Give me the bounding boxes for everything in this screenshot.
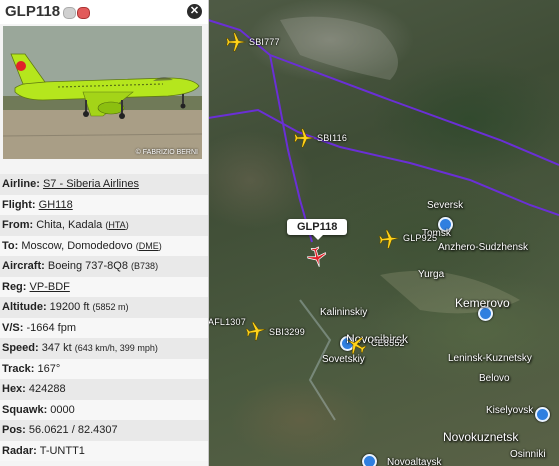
row-to: To: Moscow, Domodedovo (DME) (0, 235, 208, 256)
altitude-label: Altitude: (2, 301, 47, 313)
airline-label: Airline: (2, 178, 40, 190)
city-label-belovo: Belovo (479, 373, 510, 384)
close-button[interactable]: ✕ (187, 4, 202, 19)
aircraft-label-sbi116[interactable]: SBI116 (317, 133, 347, 143)
aircraft-label-sbi777[interactable]: SBI777 (249, 37, 280, 47)
pos-value: 56.0621 / 82.4307 (28, 424, 118, 436)
aircraft-icon-glp925[interactable] (377, 227, 401, 251)
selected-aircraft-callout[interactable]: GLP118 (287, 219, 348, 240)
city-label-kiselyovsk: Kiselyovsk (486, 405, 534, 416)
reg-link[interactable]: VP-BDF (30, 281, 70, 293)
flight-callsign: GLP118 (5, 3, 61, 20)
city-label-leninsk: Leninsk-Kuznetsky (448, 353, 532, 364)
row-radar: Radar: T-UNTT1 (0, 440, 208, 461)
hex-label: Hex: (2, 383, 26, 395)
from-label: From: (2, 219, 34, 231)
row-pos: Pos: 56.0621 / 82.4307 (0, 420, 208, 441)
row-flight: Flight: GH118 (0, 194, 208, 215)
airline-link[interactable]: S7 - Siberia Airlines (43, 178, 139, 190)
aircraft-code: (B738) (131, 261, 159, 271)
city-label-yurga: Yurga (418, 269, 445, 280)
hex-value: 424288 (28, 383, 66, 395)
radar-label: Radar: (2, 444, 37, 457)
flight-number-link[interactable]: GH118 (39, 199, 73, 211)
aircraft-icon-sbi777[interactable] (225, 31, 247, 53)
from-code-link[interactable]: HTA (108, 220, 125, 230)
city-label-anzhero: Anzhero-Sudzhensk (438, 242, 529, 253)
city-label-novoaltaysk: Novoaltaysk (387, 457, 442, 466)
row-squawk: Squawk: 0000 (0, 399, 208, 420)
to-code-link[interactable]: DME (139, 241, 159, 251)
share-icon[interactable] (63, 7, 76, 19)
row-aircraft: Aircraft: Boeing 737-8Q8 (B738) (0, 256, 208, 277)
speed-value: 347 kt (41, 342, 72, 354)
aircraft-label-ce8552[interactable]: CE8552 (371, 338, 405, 348)
radar-value: T-UNTT1 (39, 444, 85, 457)
flight-details: Airline: S7 - Siberia Airlines Flight: G… (0, 174, 208, 461)
squawk-label: Squawk: (2, 403, 48, 416)
flight-label: Flight: (2, 198, 36, 211)
aircraft-icon-sbi3299[interactable] (243, 318, 268, 343)
to-city: Moscow, Domodedovo (21, 239, 133, 252)
vs-label: V/S: (2, 321, 24, 334)
city-label-seversk: Seversk (427, 200, 464, 211)
pos-label: Pos: (2, 424, 26, 436)
track-value: 167° (37, 362, 61, 375)
vs-value: -1664 fpm (26, 321, 76, 334)
aircraft-label-afl1307[interactable]: AFL1307 (208, 317, 246, 327)
airplane-photo-graphic (3, 26, 202, 159)
altitude-value: 19200 ft (49, 301, 90, 313)
to-label: To: (2, 239, 19, 252)
remove-icon[interactable] (77, 7, 90, 19)
panel-header: GLP118 ✕ (0, 0, 208, 24)
row-hex: Hex: 424288 (0, 379, 208, 400)
row-vs: V/S: -1664 fpm (0, 317, 208, 338)
panel-toggle-icons[interactable] (63, 7, 90, 19)
squawk-value: 0000 (50, 403, 75, 416)
city-label-kemerovo: Kemerovo (455, 296, 510, 310)
altitude-metric: (5852 m) (92, 302, 129, 312)
aircraft-label-sbi3299[interactable]: SBI3299 (269, 327, 305, 337)
aircraft-photo[interactable]: © FABRIZIO BERNI (3, 26, 202, 159)
row-airline: Airline: S7 - Siberia Airlines (0, 174, 208, 195)
city-label-kalininskiy: Kalininskiy (320, 307, 368, 318)
city-marker-novokuznetsk[interactable] (535, 407, 550, 422)
aircraft-icon-sbi116[interactable] (293, 127, 315, 149)
city-label-novokuznetsk: Novokuznetsk (443, 430, 519, 444)
aircraft-label-glp925[interactable]: GLP925 (403, 233, 437, 243)
row-altitude: Altitude: 19200 ft (5852 m) (0, 297, 208, 318)
row-track: Track: 167° (0, 358, 208, 379)
aircraft-value: Boeing 737-8Q8 (47, 260, 128, 272)
photo-credit: © FABRIZIO BERNI (135, 149, 198, 156)
speed-label: Speed: (2, 342, 39, 354)
flight-info-panel: GLP118 ✕ © FABRIZIO BERNI Airline: S7 - … (0, 0, 209, 466)
city-label-osinniki: Osinniki (510, 449, 546, 460)
row-reg: Reg: VP-BDF (0, 276, 208, 297)
track-label: Track: (2, 362, 35, 375)
row-from: From: Chita, Kadala (HTA) (0, 215, 208, 236)
reg-label: Reg: (2, 280, 27, 293)
city-marker-novoaltaysk[interactable] (362, 454, 377, 466)
from-city: Chita, Kadala (36, 219, 103, 231)
speed-metric: (643 km/h, 399 mph) (74, 343, 158, 353)
row-speed: Speed: 347 kt (643 km/h, 399 mph) (0, 338, 208, 359)
aircraft-label: Aircraft: (2, 260, 45, 272)
